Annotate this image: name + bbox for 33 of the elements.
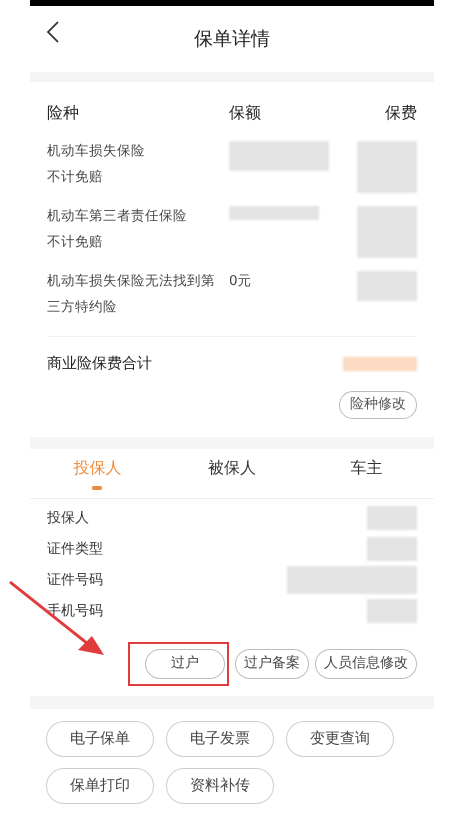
blurred-value (357, 141, 417, 193)
page-title: 保单详情 (194, 26, 270, 52)
service-button[interactable]: 电子发票 (166, 720, 274, 756)
column-header: 险种 (47, 102, 80, 124)
field-label: 证件号码 (47, 570, 103, 590)
service-button[interactable]: 保单打印 (46, 768, 154, 804)
blurred-value (367, 537, 417, 561)
coverage-note: 三方特约险 (47, 298, 118, 318)
coverage-note: 不计免赔 (47, 168, 104, 188)
field-label: 投保人 (47, 508, 89, 528)
column-header: 保额 (229, 102, 262, 124)
coverage-note: 不计免赔 (47, 233, 104, 252)
blurred-value (367, 599, 417, 623)
service-button[interactable]: 资料补传 (166, 768, 274, 804)
blurred-value (367, 506, 417, 530)
coverage-name: 机动车损失保险无法找到第 (47, 272, 216, 291)
column-header: 保费 (385, 102, 417, 124)
blurred-value (357, 271, 417, 301)
tab[interactable]: 车主 (299, 448, 434, 498)
back-icon[interactable] (46, 20, 60, 44)
service-button[interactable]: 电子保单 (46, 720, 154, 756)
action-button[interactable]: 过户备案 (235, 648, 309, 678)
coverage-name: 机动车损失保险 (47, 142, 146, 161)
action-button[interactable]: 过户 (145, 648, 225, 678)
coverage-amount: 0元 (229, 273, 252, 289)
modify-coverage-button[interactable]: 险种修改 (339, 390, 417, 418)
tab[interactable]: 被保人 (164, 448, 300, 498)
service-button[interactable]: 变更查询 (286, 720, 394, 756)
field-label: 证件类型 (47, 540, 103, 558)
total-label: 商业险保费合计 (47, 353, 152, 374)
action-button[interactable]: 人员信息修改 (315, 648, 417, 678)
blurred-value (357, 206, 417, 258)
coverage-name: 机动车第三者责任保险 (47, 207, 188, 226)
